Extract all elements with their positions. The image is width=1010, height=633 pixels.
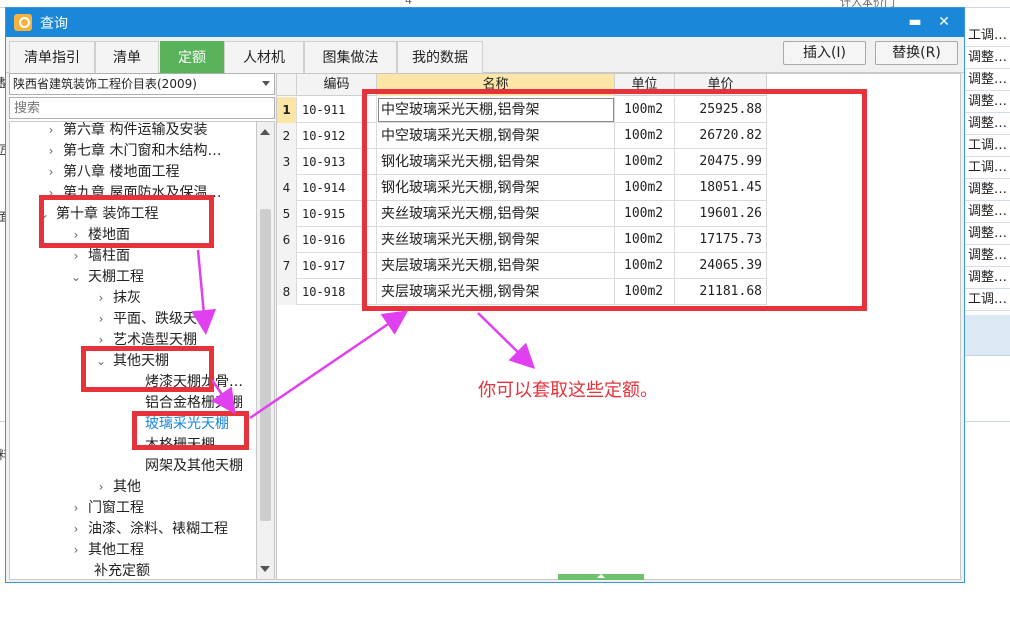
tree-item-label: 第六章 构件运输及安装 [63, 122, 208, 138]
tree-item[interactable]: › 抹灰 [95, 288, 141, 309]
chevron-right-icon[interactable]: › [70, 540, 82, 561]
tree-item[interactable]: 网架及其他天棚 [139, 456, 243, 477]
background-cell: 调整… [965, 245, 1010, 267]
tree-item[interactable]: › 其他 [95, 477, 141, 498]
background-band [964, 315, 1010, 355]
tree-item-label: 油漆、涂料、裱糊工程 [88, 521, 228, 537]
chevron-down-icon [262, 81, 270, 86]
tree-item-label: 铝合金格栅天棚 [145, 395, 243, 411]
chevron-right-icon[interactable]: › [70, 498, 82, 519]
background-cell: 工调… [965, 135, 1010, 157]
tab-bill[interactable]: 清单 [95, 41, 159, 73]
tree-item-label: 第八章 楼地面工程 [63, 164, 180, 180]
chevron-right-icon[interactable]: › [45, 162, 57, 183]
scroll-down-icon[interactable] [260, 566, 270, 572]
annotation-box-glass-skylight [132, 411, 249, 450]
background-cell: 调整… [965, 201, 1010, 223]
scroll-thumb[interactable] [260, 209, 271, 521]
title-bar[interactable]: 查询 ▬ ✕ [6, 8, 964, 37]
row-number[interactable]: 1 [277, 97, 297, 123]
background-cell: 工调… [965, 157, 1010, 179]
tree-item[interactable]: › 第七章 木门窗和木结构… [45, 141, 222, 162]
annotation-box-other-ceiling [81, 346, 214, 392]
chevron-right-icon[interactable]: › [95, 288, 107, 309]
tree-item[interactable]: › 其他工程 [70, 540, 144, 561]
tree-item[interactable]: › 第八章 楼地面工程 [45, 162, 180, 183]
tab-labor-material[interactable]: 人材机 [224, 41, 304, 73]
background-cell: 工调… [965, 25, 1010, 47]
library-select-value: 陕西省建筑装饰工程价目表(2009) [13, 77, 197, 91]
background-cell: 调整… [965, 47, 1010, 69]
dialog-title: 查询 [40, 16, 68, 32]
background-cell: 工调… [965, 289, 1010, 311]
replace-button[interactable]: 替换(R) [875, 41, 958, 65]
background-top-label: 4 [405, 0, 412, 7]
search-input[interactable] [9, 97, 275, 119]
tab-atlas-method[interactable]: 图集做法 [304, 41, 397, 73]
screen: 4 计入本价门 工调… 调整… 调整… 调整… 调整… 工调… 工调… 调整… 调整… 调整… 调整… [0, 0, 1010, 633]
left-pane: 陕西省建筑装饰工程价目表(2009) › 第六章 构件运输及安装 › 第七章 木门窗和… [9, 73, 275, 580]
splitter-handle[interactable] [558, 574, 644, 580]
tree-item-label: 其他 [113, 479, 141, 495]
scroll-up-icon[interactable] [260, 129, 270, 135]
row-number[interactable]: 6 [277, 227, 297, 253]
background-cell: 调整… [965, 69, 1010, 91]
tree-item-label: 门窗工程 [88, 500, 144, 516]
tab-quota[interactable]: 定额 [160, 41, 224, 73]
tree-item-label: 其他工程 [88, 542, 144, 558]
insert-button[interactable]: 插入(I) [783, 41, 866, 65]
tree-item[interactable]: › 墙柱面 [70, 246, 130, 267]
tree-item[interactable]: › 平面、跌级天棚 [95, 309, 211, 330]
annotation-box-chapter [39, 195, 214, 248]
tab-bill-guide[interactable]: 清单指引 [9, 41, 95, 73]
tree-item-label: 补充定额 [94, 563, 150, 579]
row-number[interactable]: 2 [277, 123, 297, 149]
tree-item-label: 天棚工程 [88, 269, 144, 285]
tree-item[interactable]: › 第六章 构件运输及安装 [45, 122, 208, 141]
background-right-column: 工调… 调整… 调整… 调整… 调整… 工调… 工调… 调整… 调整… 调整… 调整… 调整… 工调… [964, 25, 1010, 315]
row-number[interactable]: 5 [277, 201, 297, 227]
row-number[interactable]: 7 [277, 253, 297, 279]
chevron-right-icon[interactable]: › [70, 519, 82, 540]
close-icon[interactable]: ✕ [932, 11, 956, 33]
minimize-icon[interactable]: ▬ [903, 11, 927, 33]
library-select[interactable]: 陕西省建筑装饰工程价目表(2009) [9, 73, 275, 95]
tree-scrollbar[interactable] [257, 121, 275, 580]
tree-item-label: 平面、跌级天棚 [113, 311, 211, 327]
tab-my-data[interactable]: 我的数据 [397, 41, 483, 73]
annotation-note: 你可以套取这些定额。 [478, 380, 658, 401]
tree-item-label: 网架及其他天棚 [145, 458, 243, 474]
tree-item-label: 第七章 木门窗和木结构… [63, 143, 222, 159]
chevron-right-icon[interactable]: › [95, 309, 107, 330]
background-divider [964, 355, 1010, 356]
tree-item[interactable]: › 油漆、涂料、裱糊工程 [70, 519, 228, 540]
background-cell: 调整… [965, 91, 1010, 113]
header-row-number [277, 74, 297, 96]
background-cell: 调整… [965, 179, 1010, 201]
background-cell: 调整… [965, 267, 1010, 289]
background-cell: 调整… [965, 113, 1010, 135]
tree-item[interactable]: ⌄ 天棚工程 [70, 267, 144, 288]
row-number[interactable]: 4 [277, 175, 297, 201]
row-number[interactable]: 3 [277, 149, 297, 175]
tree-item-label: 墙柱面 [88, 248, 130, 264]
row-number[interactable]: 8 [277, 279, 297, 305]
chevron-right-icon[interactable]: › [95, 477, 107, 498]
tree-item[interactable]: › 门窗工程 [70, 498, 144, 519]
annotation-box-quota-rows [362, 89, 867, 311]
tree-item[interactable]: 补充定额 [88, 561, 150, 579]
background-cell: 调整… [965, 223, 1010, 245]
tree-item-label: 抹灰 [113, 290, 141, 306]
chevron-right-icon[interactable]: › [45, 141, 57, 162]
chevron-right-icon[interactable]: › [70, 246, 82, 267]
chevron-down-icon[interactable]: ⌄ [70, 267, 82, 288]
app-icon [14, 14, 32, 31]
chevron-right-icon[interactable]: › [45, 122, 57, 141]
